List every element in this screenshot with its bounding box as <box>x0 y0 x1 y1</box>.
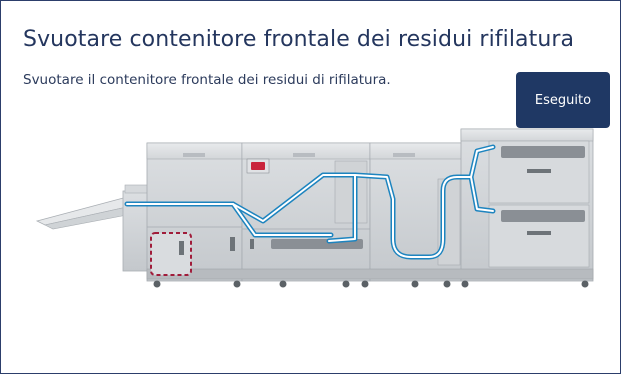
press-unit-3 <box>369 142 463 282</box>
dialog-panel: Svuotare contenitore frontale dei residu… <box>0 0 621 374</box>
printer-system-illustration <box>35 128 594 288</box>
front-trim-waste-container-highlight <box>150 232 192 276</box>
press-unit-2 <box>241 142 371 282</box>
feed-tray <box>35 184 150 272</box>
machine-base <box>146 268 594 288</box>
